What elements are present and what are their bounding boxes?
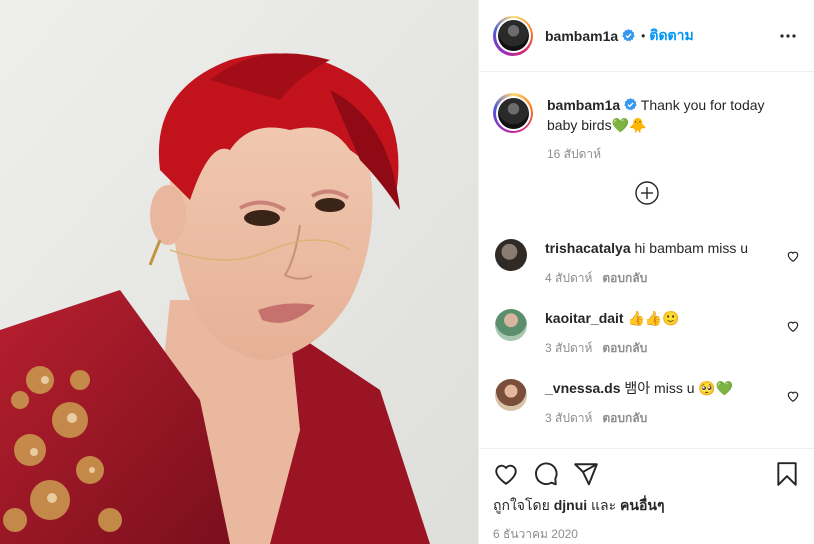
share-icon[interactable] (573, 461, 599, 487)
comment-time[interactable]: 3 สัปดาห์ (545, 341, 592, 355)
post-header: bambam1a • ติดตาม (479, 0, 814, 72)
reply-button[interactable]: ตอบกลับ (602, 341, 647, 355)
post-actions: ถูกใจโดย djnui และ คนอื่นๆ 6 ธันวาคม 202… (479, 448, 814, 544)
author-username[interactable]: bambam1a (545, 28, 618, 44)
comment-item: trishacatalya hi bambam miss u 4 สัปดาห์… (495, 239, 800, 288)
comment-avatar[interactable] (495, 239, 527, 271)
likes-prefix: ถูกใจโดย (493, 497, 550, 513)
author-avatar[interactable] (493, 15, 533, 56)
comment-avatar[interactable] (495, 309, 527, 341)
caption-time[interactable]: 16 สัปดาห์ (547, 145, 798, 164)
heart-icon[interactable] (786, 389, 800, 403)
add-circle-icon[interactable] (634, 180, 660, 206)
comment-username[interactable]: kaoitar_dait (545, 310, 624, 326)
comment-text: 👍👍🙂 (627, 310, 680, 326)
heart-icon[interactable] (786, 249, 800, 263)
more-options-button[interactable] (778, 26, 798, 46)
comment-username[interactable]: trishacatalya (545, 240, 631, 256)
comment-text: hi bambam miss u (634, 240, 749, 256)
load-more-comments[interactable] (479, 180, 814, 206)
comment-icon[interactable] (533, 461, 559, 487)
more-icon (780, 33, 796, 38)
caption-avatar[interactable] (493, 93, 533, 133)
comment-item: _vnessa.ds 뱀아 miss u 🥺💚 3 สัปดาห์ ตอบกลับ (495, 379, 800, 428)
likes-summary: ถูกใจโดย djnui และ คนอื่นๆ (493, 495, 800, 517)
liker-username[interactable]: djnui (554, 497, 587, 513)
post-photo[interactable] (0, 0, 478, 544)
separator-dot: • (641, 28, 646, 43)
likes-and: และ (591, 497, 617, 513)
post-caption: bambam1a Thank you for today baby birds💚… (479, 73, 814, 164)
portrait-image (0, 0, 478, 544)
post-date[interactable]: 6 ธันวาคม 2020 (493, 525, 800, 544)
reply-button[interactable]: ตอบกลับ (602, 411, 647, 425)
caption-username[interactable]: bambam1a (547, 97, 620, 113)
comment-time[interactable]: 3 สัปดาห์ (545, 411, 592, 425)
comment-text: 뱀아 miss u 🥺💚 (624, 380, 734, 396)
post-side-panel: bambam1a • ติดตาม bambam1a Thank you for… (478, 0, 814, 544)
verified-icon (622, 29, 635, 42)
like-heart-icon[interactable] (493, 461, 519, 487)
comment-username[interactable]: _vnessa.ds (545, 380, 621, 396)
follow-button[interactable]: ติดตาม (649, 25, 693, 47)
likes-others-link[interactable]: คนอื่นๆ (620, 497, 664, 513)
comment-avatar[interactable] (495, 379, 527, 411)
comment-time[interactable]: 4 สัปดาห์ (545, 271, 592, 285)
verified-icon (624, 98, 637, 111)
comments-list[interactable]: bambam1a Thank you for today baby birds💚… (479, 73, 814, 448)
bookmark-icon[interactable] (774, 461, 800, 487)
heart-icon[interactable] (786, 319, 800, 333)
comment-item: kaoitar_dait 👍👍🙂 3 สัปดาห์ ตอบกลับ (495, 309, 800, 358)
reply-button[interactable]: ตอบกลับ (602, 271, 647, 285)
